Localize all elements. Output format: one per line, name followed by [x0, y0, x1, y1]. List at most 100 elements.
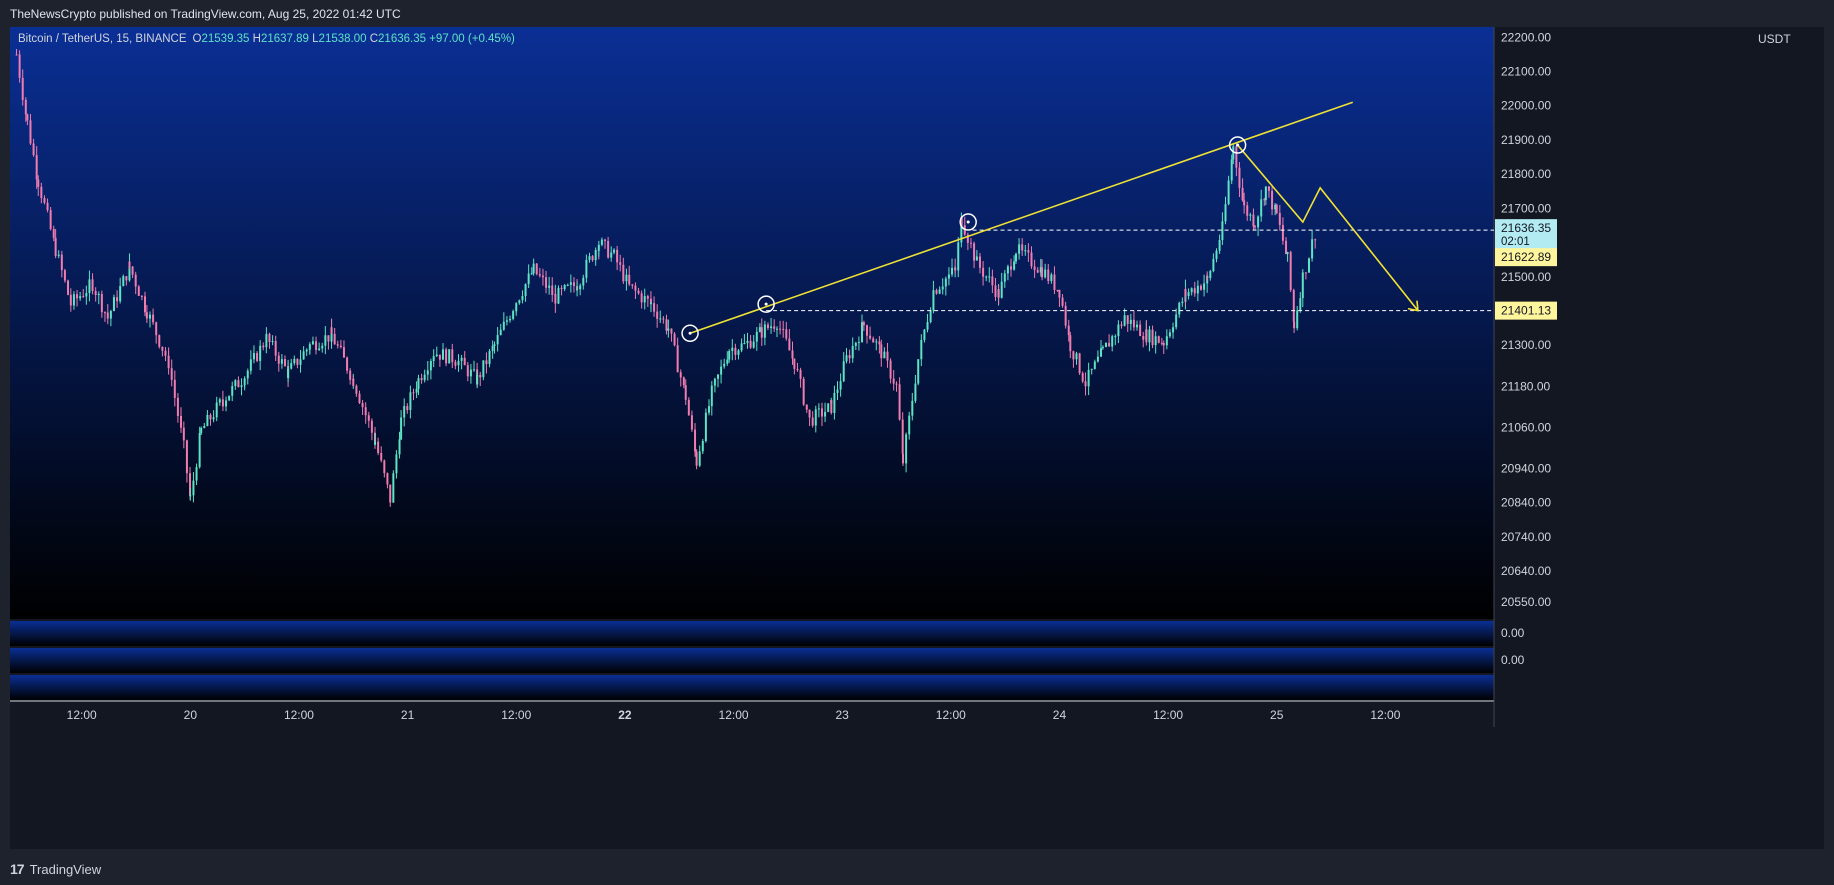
- close-label: C: [369, 33, 379, 45]
- candle-body: [502, 321, 505, 330]
- x-tick-label: 23: [835, 708, 849, 722]
- candle-body: [656, 311, 659, 319]
- candle-body: [1215, 250, 1218, 259]
- candle-body: [485, 360, 488, 365]
- candle-body: [1129, 319, 1132, 324]
- candle-body: [604, 239, 607, 241]
- candle-body: [569, 282, 572, 285]
- footer: 17 TradingView: [0, 853, 1834, 885]
- symbol-legend[interactable]: Bitcoin / TetherUS, 15, BINANCE O21539.3…: [18, 33, 515, 45]
- symbol-name[interactable]: Bitcoin / TetherUS, 15, BINANCE: [18, 33, 187, 45]
- candle-body: [1148, 329, 1151, 343]
- candle-body: [793, 358, 796, 369]
- candle-body: [1289, 252, 1292, 291]
- candle-body: [1087, 369, 1090, 387]
- candle-body: [400, 417, 403, 440]
- publisher-header: TheNewsCrypto published on TradingView.c…: [0, 0, 1834, 27]
- candle-body: [24, 99, 27, 115]
- indicator-pane: [10, 648, 1494, 673]
- candle-body: [512, 311, 515, 319]
- candle-body: [69, 294, 72, 306]
- candle-body: [265, 333, 268, 344]
- candle-body: [221, 401, 224, 407]
- candle-body: [932, 290, 935, 311]
- candle-body: [1036, 270, 1039, 273]
- candle-body: [710, 385, 713, 407]
- candle-body: [451, 349, 454, 363]
- candle-body: [889, 360, 892, 379]
- candle-body: [1252, 214, 1255, 227]
- candle-body: [1311, 239, 1314, 259]
- candle-body: [218, 399, 221, 403]
- candle-body: [364, 407, 367, 416]
- candle-body: [851, 345, 854, 359]
- candle-body: [737, 350, 740, 355]
- candle-body: [640, 293, 643, 303]
- candle-body: [1168, 332, 1171, 337]
- candle-body: [60, 254, 63, 271]
- candle-body: [380, 452, 383, 461]
- candle-body: [588, 256, 591, 260]
- candle-body: [1061, 297, 1064, 306]
- candle-body: [726, 359, 729, 364]
- tradingview-brand: TradingView: [29, 861, 102, 877]
- candle-body: [1014, 253, 1017, 262]
- candle-body: [234, 380, 237, 387]
- candle-body: [628, 274, 631, 285]
- candle-body: [212, 417, 215, 420]
- candle-body: [524, 284, 527, 297]
- candle-body: [377, 441, 380, 453]
- candle-body: [189, 495, 192, 497]
- candle-body: [82, 296, 85, 298]
- candle-body: [231, 386, 234, 396]
- candle-body: [875, 341, 878, 343]
- candle-body: [499, 329, 502, 336]
- candle-body: [259, 345, 262, 361]
- candle-body: [67, 280, 70, 295]
- candle-body: [438, 354, 441, 360]
- chart-frame[interactable]: 0.00 0.00 22200.00 22100.00 22000.00 21900.0…: [10, 27, 1824, 849]
- currency-label[interactable]: USDT: [1758, 32, 1791, 46]
- candle-body: [134, 274, 137, 287]
- candle-body: [773, 326, 776, 329]
- candle-body: [848, 355, 851, 359]
- main-pane-background: [10, 27, 1494, 619]
- indicator-pane-value: 0.00: [1501, 653, 1525, 667]
- x-tick-label: 21: [401, 708, 415, 722]
- x-tick-label: 20: [184, 708, 198, 722]
- candle-body: [429, 361, 432, 371]
- candle-body: [1100, 348, 1103, 357]
- candle-body: [256, 353, 259, 361]
- candle-body: [905, 434, 908, 464]
- candle-body: [311, 341, 314, 345]
- indicator-pane: [10, 675, 1494, 700]
- candle-body: [395, 454, 398, 474]
- candle-body: [283, 359, 286, 366]
- candle-body: [1304, 272, 1307, 274]
- candle-body: [185, 440, 188, 474]
- candle-body: [346, 357, 349, 371]
- y-tick-label: 21060.00: [1501, 420, 1551, 434]
- candle-body: [1227, 180, 1230, 205]
- candle-body: [1249, 214, 1252, 216]
- candle-body: [305, 349, 308, 352]
- candle-body: [1181, 301, 1184, 303]
- candle-body: [530, 273, 533, 275]
- candle-body: [164, 350, 167, 356]
- candle-body: [1307, 258, 1310, 273]
- candle-body: [585, 259, 588, 278]
- candle-body: [1053, 274, 1056, 290]
- candle-body: [643, 296, 646, 303]
- candle-body: [161, 346, 164, 351]
- candle-body: [923, 329, 926, 340]
- candle-body: [1264, 186, 1267, 201]
- candle-body: [820, 408, 823, 417]
- candle-body: [1067, 325, 1070, 336]
- candle-body: [463, 357, 466, 366]
- price-chart[interactable]: 0.00 0.00 22200.00 22100.00 22000.00 21900.0…: [10, 27, 1824, 849]
- candle-body: [673, 333, 676, 346]
- candle-body: [560, 287, 563, 290]
- candle-body: [902, 453, 905, 464]
- candle-body: [991, 276, 994, 286]
- candle-body: [302, 351, 305, 360]
